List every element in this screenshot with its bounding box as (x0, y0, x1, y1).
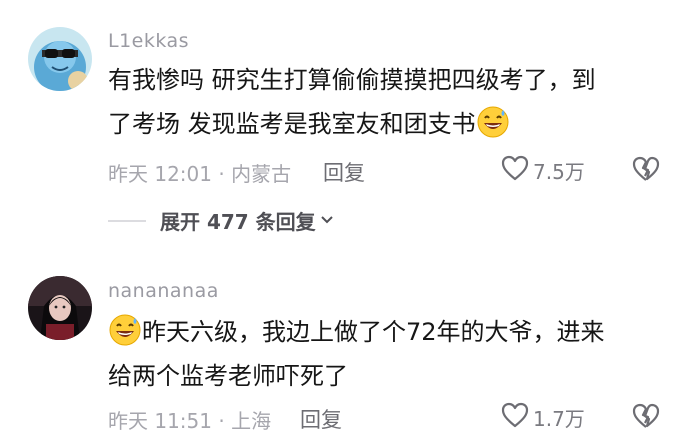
comment-timestamp: 昨天 12:01 · 内蒙古 (108, 162, 292, 186)
divider (108, 219, 146, 222)
like-count: 1.7万 (533, 406, 585, 431)
dislike-button[interactable] (632, 156, 660, 186)
heart-outline-icon (501, 155, 529, 185)
comment-text: 有我惨吗 研究生打算偷偷摸摸把四级考了，到 了考场 发现监考是我室友和团支书 (108, 58, 668, 146)
chevron-down-icon (316, 211, 334, 230)
username[interactable]: nanananaa (108, 280, 219, 302)
like-button[interactable]: 7.5万 (501, 155, 585, 185)
grinning-sweat-emoji (476, 105, 510, 139)
comment-line: 昨天六级，我边上做了个72年的大爷，进来 (108, 310, 668, 354)
comment-timestamp: 昨天 11:51 · 上海 (108, 409, 272, 433)
like-button[interactable]: 1.7万 (501, 402, 585, 432)
comment-item: L1ekkas 有我惨吗 研究生打算偷偷摸摸把四级考了，到 了考场 发现监考是我… (0, 0, 690, 250)
reply-button[interactable]: 回复 (300, 404, 342, 434)
avatar[interactable] (28, 27, 92, 91)
reply-button[interactable]: 回复 (323, 157, 365, 187)
comment-line-2: 了考场 发现监考是我室友和团支书 (108, 102, 668, 146)
like-count: 7.5万 (533, 159, 585, 184)
grinning-sweat-emoji (108, 313, 142, 347)
comment-line: 有我惨吗 研究生打算偷偷摸摸把四级考了，到 (108, 66, 596, 94)
comment-text: 昨天六级，我边上做了个72年的大爷，进来 给两个监考老师吓死了 (108, 310, 668, 398)
comment-line-text: 了考场 发现监考是我室友和团支书 (108, 110, 476, 138)
broken-heart-icon (632, 156, 660, 186)
comment-item: nanananaa 昨天六级，我边上做了个72年的大爷，进来 给两个监考老师吓死… (0, 260, 690, 438)
heart-outline-icon (501, 402, 529, 432)
avatar[interactable] (28, 276, 92, 340)
comment-line-text: 昨天六级，我边上做了个72年的大爷，进来 (142, 318, 605, 346)
expand-replies-button[interactable]: 展开 477 条回复 (108, 206, 334, 235)
username[interactable]: L1ekkas (108, 30, 189, 52)
broken-heart-icon (632, 403, 660, 433)
expand-replies-label: 展开 477 条回复 (160, 210, 316, 234)
dislike-button[interactable] (632, 403, 660, 433)
comment-line-2: 给两个监考老师吓死了 (108, 362, 348, 390)
